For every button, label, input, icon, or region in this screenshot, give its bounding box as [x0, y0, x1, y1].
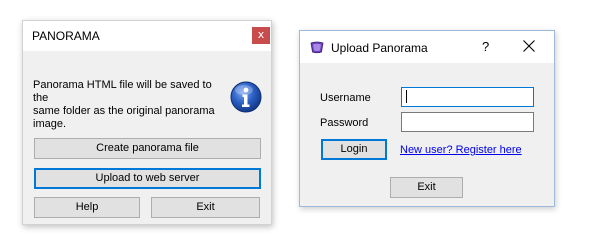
password-input[interactable] [401, 112, 534, 132]
upload-titlebar[interactable]: Upload Panorama ? [300, 31, 554, 63]
text-caret [406, 90, 407, 103]
panorama-titlebar[interactable]: PANORAMA x [23, 21, 271, 51]
save-info-message: Panorama HTML file will be saved to the … [33, 79, 215, 130]
help-question-button[interactable]: ? [482, 39, 489, 54]
close-icon[interactable] [522, 39, 536, 53]
panorama-dialog-title: PANORAMA [32, 29, 100, 43]
register-link[interactable]: New user? Register here [400, 144, 522, 156]
username-label: Username [320, 92, 371, 104]
upload-panorama-dialog: Upload Panorama ? Username Password Logi… [299, 30, 555, 207]
upload-exit-button[interactable]: Exit [390, 177, 463, 198]
upload-to-web-server-button[interactable]: Upload to web server [34, 168, 261, 189]
panorama-dialog: PANORAMA x Panorama HTML file will be sa… [22, 20, 272, 225]
password-label: Password [320, 117, 369, 129]
info-icon [230, 81, 262, 113]
login-button[interactable]: Login [321, 139, 387, 160]
help-button[interactable]: Help [34, 197, 140, 218]
close-button[interactable]: x [252, 27, 270, 44]
create-panorama-file-button[interactable]: Create panorama file [34, 138, 261, 159]
panorama-app-icon [310, 41, 324, 54]
exit-button[interactable]: Exit [151, 197, 260, 218]
upload-dialog-title: Upload Panorama [331, 41, 428, 55]
username-input[interactable] [401, 87, 534, 107]
